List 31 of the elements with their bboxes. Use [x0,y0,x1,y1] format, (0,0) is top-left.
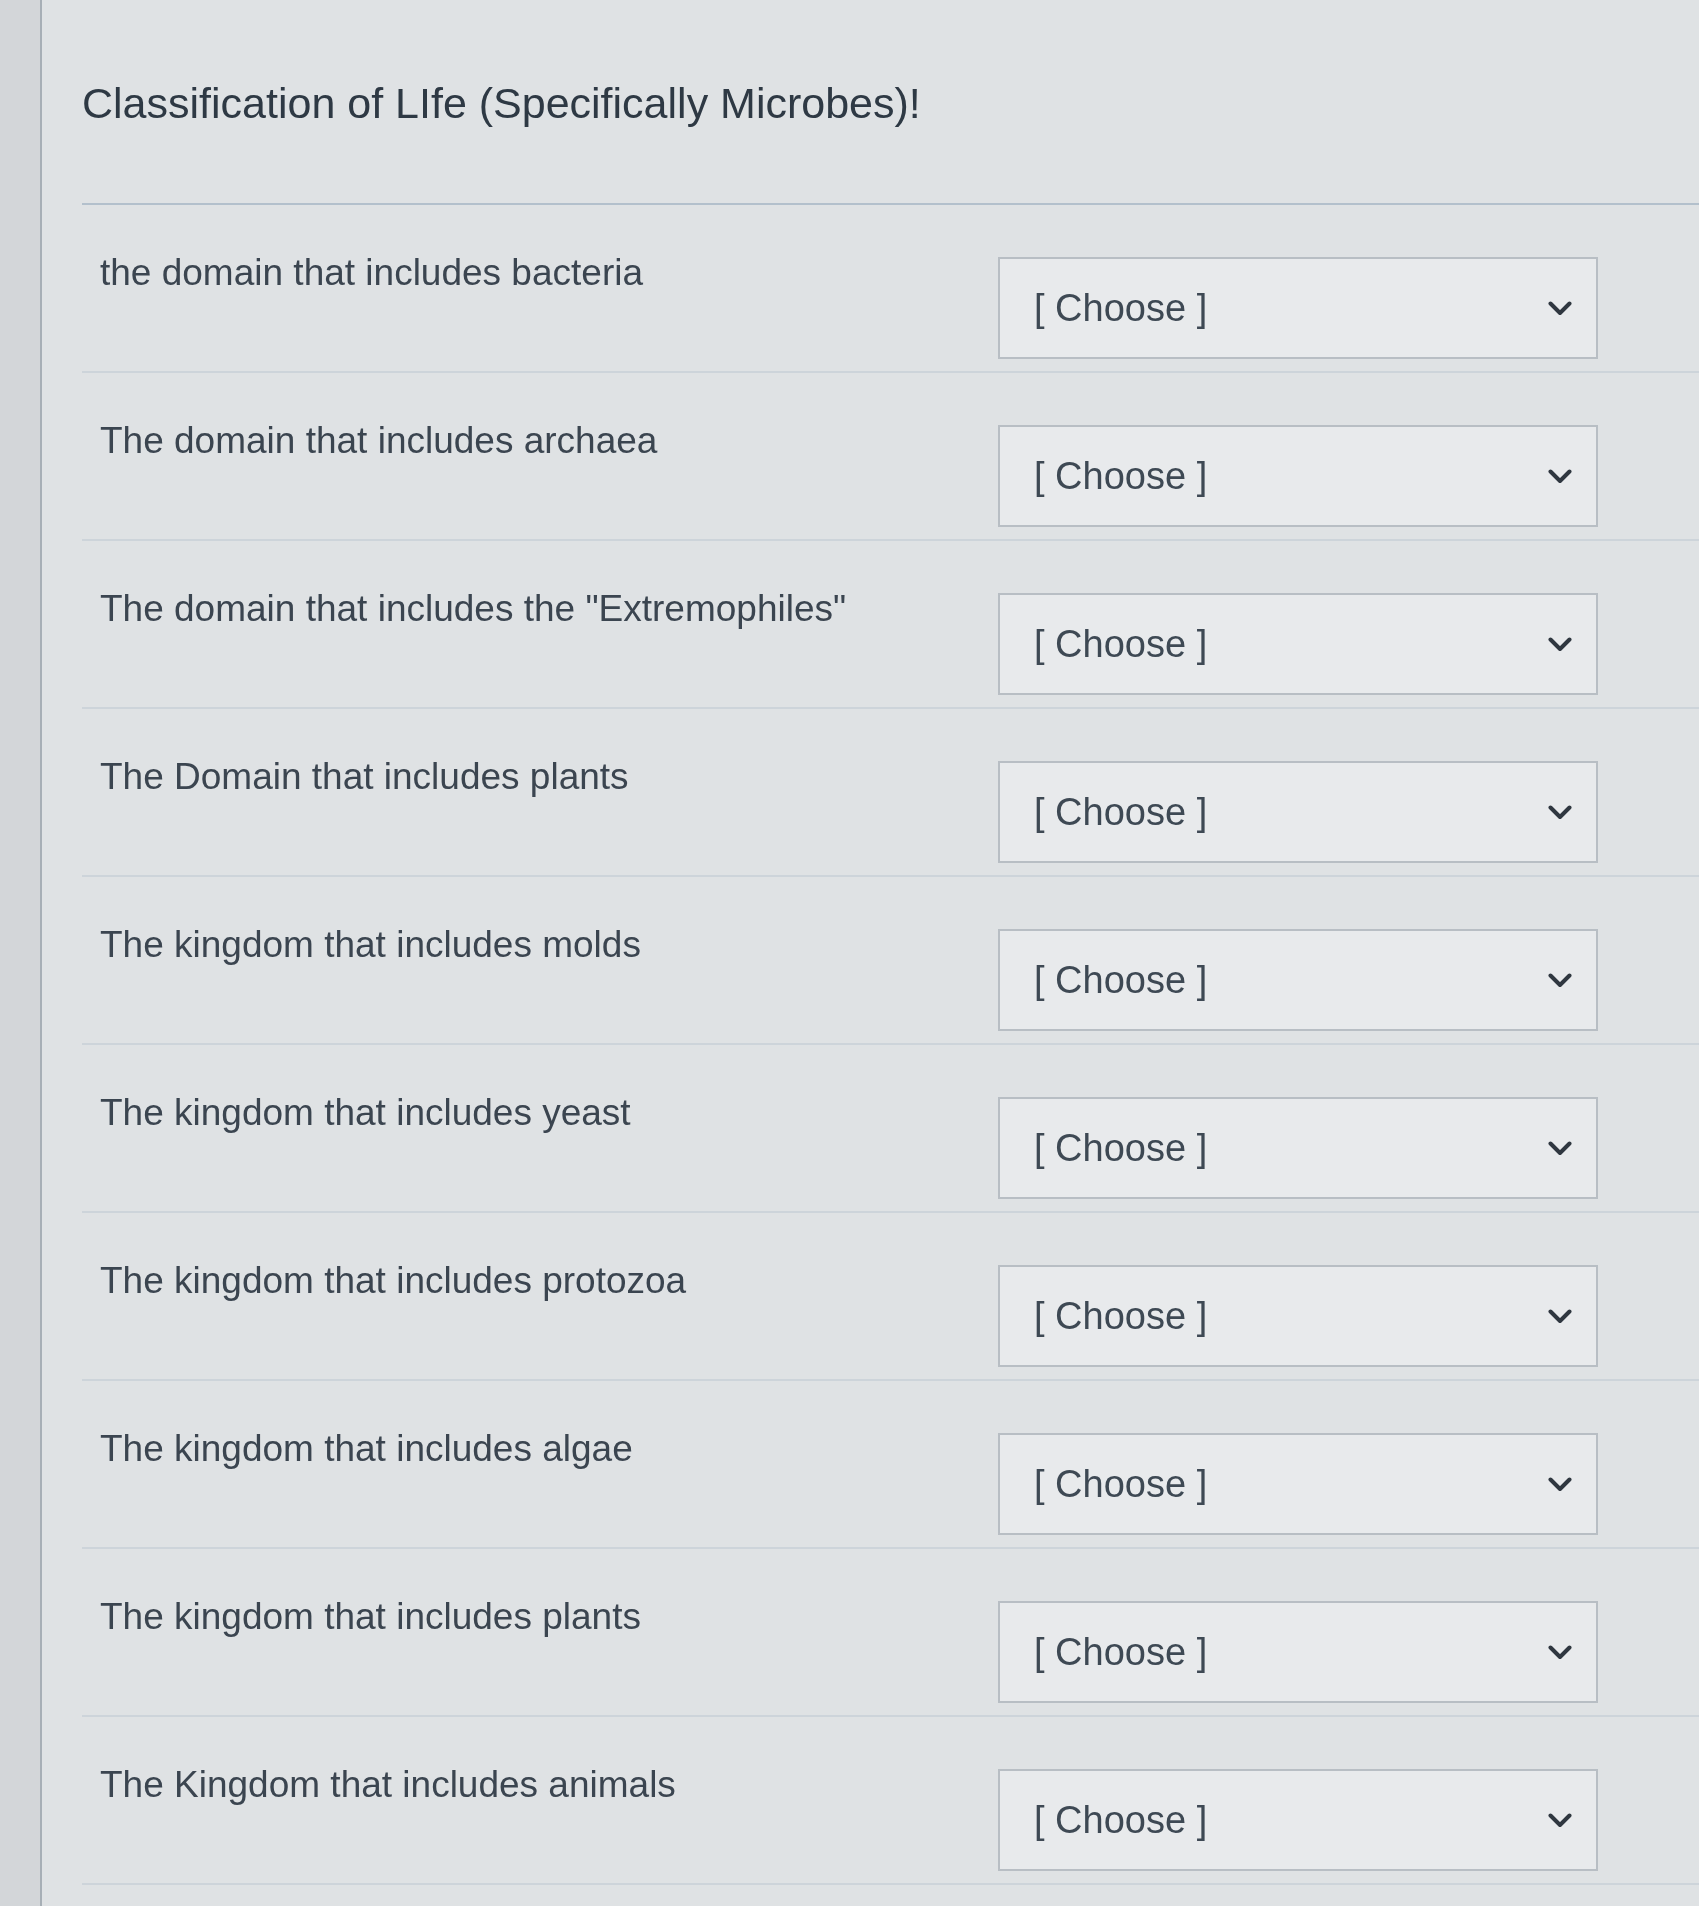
chevron-down-icon [1548,1476,1572,1492]
chevron-down-icon [1548,468,1572,484]
answer-dropdown[interactable]: [ Choose ] [998,1601,1598,1703]
answer-dropdown[interactable]: [ Choose ] [998,593,1598,695]
answer-dropdown[interactable]: [ Choose ] [998,257,1598,359]
answer-dropdown[interactable]: [ Choose ] [998,1433,1598,1535]
question-label: The kingdom that includes molds [100,923,642,967]
chevron-down-icon [1548,1140,1572,1156]
quiz-title: Classification of LIfe (Specifically Microbes)! [82,78,921,128]
chevron-down-icon [1548,1644,1572,1660]
answer-dropdown[interactable]: [ Choose ] [998,929,1598,1031]
chevron-down-icon [1548,1308,1572,1324]
question-label: The Domain that includes plants [100,755,630,799]
chevron-down-icon [1548,636,1572,652]
chevron-down-icon [1548,804,1572,820]
chevron-down-icon [1548,1812,1572,1828]
answer-dropdown[interactable]: [ Choose ] [998,425,1598,527]
question-label: The domain that includes archaea [100,419,659,463]
answer-dropdown[interactable]: [ Choose ] [998,1769,1598,1871]
question-label: The kingdom that includes protozoa [100,1259,688,1303]
answer-dropdown[interactable]: [ Choose ] [998,1265,1598,1367]
answer-dropdown[interactable]: [ Choose ] [998,1097,1598,1199]
chevron-down-icon [1548,300,1572,316]
answer-dropdown[interactable]: [ Choose ] [998,761,1598,863]
question-label: The domain that includes the "Extremophiles" [100,587,848,631]
chevron-down-icon [1548,972,1572,988]
question-label: The Kingdom that includes animals [100,1763,677,1807]
question-label: The kingdom that includes yeast [100,1091,632,1135]
question-label: the domain that includes bacteria [100,251,644,295]
question-label: The kingdom that includes algae [100,1427,634,1471]
question-label: The kingdom that includes plants [100,1595,642,1639]
